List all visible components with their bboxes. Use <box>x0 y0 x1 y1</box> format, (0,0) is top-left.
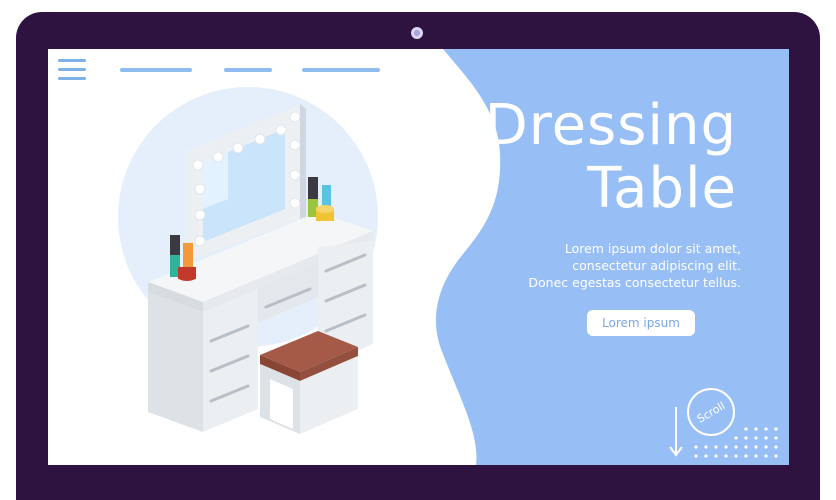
laptop-screen: Dressing Table Lorem ipsum dolor sit ame… <box>48 49 789 465</box>
arrow-down-icon <box>669 407 683 457</box>
scroll-label: Scroll <box>694 398 728 426</box>
description-line-3: Donec egestas consectetur tellus. <box>528 275 741 290</box>
description-line-2: consectetur adipiscing elit. <box>572 258 741 273</box>
dot-pattern <box>694 427 778 458</box>
cta-button[interactable]: Lorem ipsum <box>587 310 695 336</box>
description: Lorem ipsum dolor sit amet, consectetur … <box>528 240 741 291</box>
page-title-line1: Dressing <box>484 93 737 158</box>
description-line-1: Lorem ipsum dolor sit amet, <box>564 241 741 256</box>
page-title-line2: Table <box>587 156 737 221</box>
stool <box>260 331 358 434</box>
webcam-icon <box>411 27 423 39</box>
